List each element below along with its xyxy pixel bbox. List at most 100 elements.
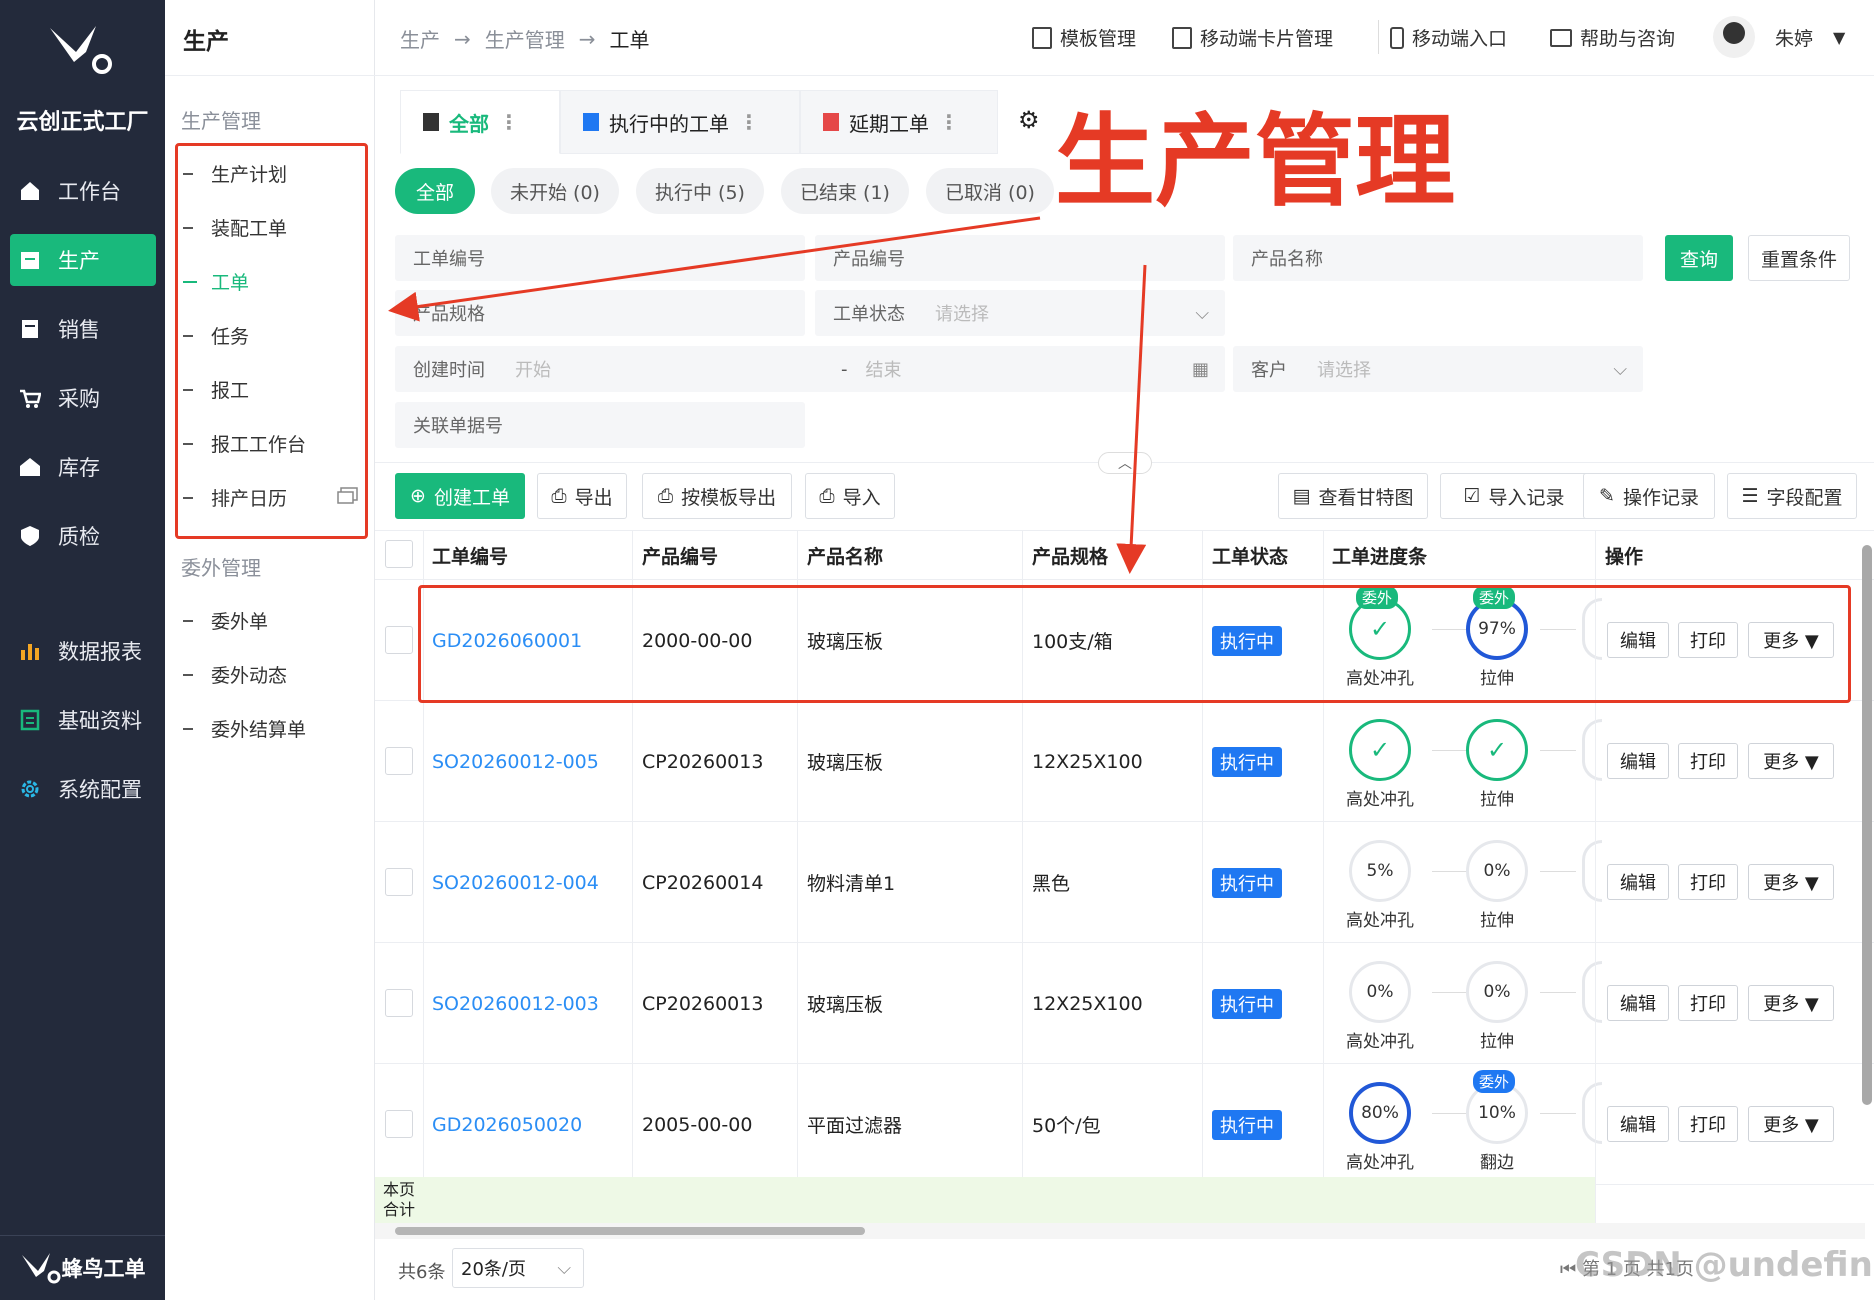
nav-production[interactable]: 生产 (10, 234, 156, 286)
field-config-button[interactable]: ☰ 字段配置 (1727, 473, 1857, 519)
book-icon (1550, 28, 1572, 47)
home-icon (18, 179, 42, 203)
select-all-checkbox[interactable] (385, 540, 413, 568)
status-badge: 执行中 (1212, 822, 1282, 943)
plus-circle-icon: ⊕ (410, 485, 426, 507)
progress-ring[interactable]: 0% (1466, 961, 1528, 1023)
product-name-field[interactable]: 产品名称 (1233, 235, 1643, 281)
more-button[interactable]: 更多 ▼ (1748, 1106, 1834, 1142)
related-doc-field[interactable]: 关联单据号 (395, 402, 805, 448)
mobile-card-link[interactable]: 移动端卡片管理 (1172, 24, 1333, 51)
nav-workbench[interactable]: 工作台 (10, 165, 156, 217)
print-button[interactable]: 打印 (1678, 864, 1738, 900)
settings-gear-icon[interactable]: ⚙ (1018, 106, 1040, 134)
row-checkbox[interactable] (385, 868, 413, 896)
row-checkbox[interactable] (385, 626, 413, 654)
nav-quality[interactable]: 质检 (10, 510, 156, 562)
template-icon (1032, 26, 1052, 49)
progress-ring[interactable]: 0% (1466, 840, 1528, 902)
reset-button[interactable]: 重置条件 (1748, 235, 1850, 281)
wo-number-link[interactable]: SO20260012-003 (432, 943, 599, 1064)
status-select[interactable]: 工单状态 请选择 ⌵ (815, 290, 1225, 336)
progress-ring[interactable]: 80% (1349, 1082, 1411, 1144)
chip-cancelled[interactable]: 已取消 (0) (926, 168, 1054, 214)
progress-ring[interactable]: 0% (1349, 961, 1411, 1023)
crumb-item[interactable]: 生产管理 (485, 24, 565, 53)
tab-all[interactable]: 全部 ⋮ (400, 90, 560, 154)
nav-label: 数据报表 (58, 640, 142, 664)
template-export-button[interactable]: ⎙ 按模板导出 (642, 473, 792, 519)
progress-ring[interactable]: ✓ (1466, 719, 1528, 781)
query-button[interactable]: 查询 (1665, 235, 1733, 281)
more-button[interactable]: 更多 ▼ (1748, 864, 1834, 900)
progress-connector (1540, 871, 1576, 872)
import-button[interactable]: ⎙ 导入 (805, 473, 895, 519)
chip-all[interactable]: 全部 (395, 168, 475, 214)
progress-ring[interactable]: 5% (1349, 840, 1411, 902)
nav-system-config[interactable]: 系统配置 (10, 763, 156, 815)
nav-sales[interactable]: 销售 (10, 303, 156, 355)
wo-number-field[interactable]: 工单编号 (395, 235, 805, 281)
chevron-down-icon: ▼ (1833, 28, 1846, 47)
gantt-button[interactable]: ▤ 查看甘特图 (1278, 473, 1428, 519)
tab-running[interactable]: 执行中的工单 ⋮ (560, 90, 800, 154)
import-log-button[interactable]: ☑ 导入记录 (1440, 473, 1588, 519)
doc-icon (18, 708, 42, 732)
progress-ring (1582, 961, 1602, 1023)
wo-number-link[interactable]: GD2026050020 (432, 1064, 582, 1185)
edit-button[interactable]: 编辑 (1607, 743, 1669, 779)
col-header: 工单进度条 (1332, 545, 1428, 568)
create-wo-button[interactable]: ⊕ 创建工单 (395, 473, 525, 519)
page-size-select[interactable]: 20条/页 ⌵ (452, 1248, 584, 1288)
col-header: 工单编号 (432, 545, 509, 568)
wo-number-link[interactable]: SO20260012-004 (432, 822, 599, 943)
sub-item-outsource-settle[interactable]: 委外结算单 (183, 715, 306, 742)
collapse-toggle[interactable]: ︿ (1098, 452, 1152, 474)
print-button[interactable]: 打印 (1678, 1106, 1738, 1142)
export-button[interactable]: ⎙ 导出 (537, 473, 627, 519)
wo-number-link[interactable]: SO20260012-005 (432, 701, 599, 822)
mobile-entry-link[interactable]: 移动端入口 (1390, 24, 1507, 51)
spec-field[interactable]: 产品规格 (395, 290, 805, 336)
crumb-item[interactable]: 生产 (400, 24, 440, 53)
group-label: 委外管理 (181, 556, 261, 580)
progress-connector (1432, 750, 1468, 751)
sub-item-outsource-dyn[interactable]: 委外动态 (183, 661, 287, 688)
template-mgmt-link[interactable]: 模板管理 (1032, 24, 1136, 51)
nav-purchase[interactable]: 采购 (10, 372, 156, 424)
vertical-scrollbar[interactable] (1862, 545, 1872, 1105)
edit-button[interactable]: 编辑 (1607, 1106, 1669, 1142)
chip-not-started[interactable]: 未开始 (0) (491, 168, 619, 214)
chip-running[interactable]: 执行中 (5) (636, 168, 764, 214)
product-number: CP20260013 (642, 992, 764, 1015)
status-badge: 执行中 (1212, 943, 1282, 1064)
sub-item-outsource[interactable]: 委外单 (183, 607, 268, 634)
more-button[interactable]: 更多 ▼ (1748, 985, 1834, 1021)
row-checkbox[interactable] (385, 747, 413, 775)
progress-ring[interactable]: ✓ (1349, 719, 1411, 781)
help-link[interactable]: 帮助与咨询 (1550, 24, 1675, 51)
row-checkbox[interactable] (385, 1110, 413, 1138)
print-button[interactable]: 打印 (1678, 985, 1738, 1021)
quality-icon (18, 524, 42, 548)
nav-basic-data[interactable]: 基础资料 (10, 694, 156, 746)
chip-finished[interactable]: 已结束 (1) (781, 168, 909, 214)
nav-reports[interactable]: 数据报表 (10, 625, 156, 677)
more-button[interactable]: 更多 ▼ (1748, 743, 1834, 779)
tab-delayed[interactable]: 延期工单 ⋮ (800, 90, 998, 154)
avatar[interactable] (1713, 16, 1755, 58)
product-number-field[interactable]: 产品编号 (815, 235, 1225, 281)
progress-connector (1540, 750, 1576, 751)
edit-button[interactable]: 编辑 (1607, 864, 1669, 900)
horizontal-scrollbar[interactable] (375, 1223, 1865, 1239)
print-button[interactable]: 打印 (1678, 743, 1738, 779)
nav-inventory[interactable]: 库存 (10, 441, 156, 493)
edit-button[interactable]: 编辑 (1607, 985, 1669, 1021)
user-menu[interactable]: 朱婷 ▼ (1775, 24, 1845, 51)
doc-icon (823, 113, 839, 131)
operation-log-button[interactable]: ✎ 操作记录 (1583, 473, 1715, 519)
created-date-range[interactable]: 创建时间 开始 - 结束 ▦ (395, 346, 1225, 392)
nav-label: 工作台 (58, 180, 121, 204)
customer-select[interactable]: 客户 请选择 ⌵ (1233, 346, 1643, 392)
row-checkbox[interactable] (385, 989, 413, 1017)
